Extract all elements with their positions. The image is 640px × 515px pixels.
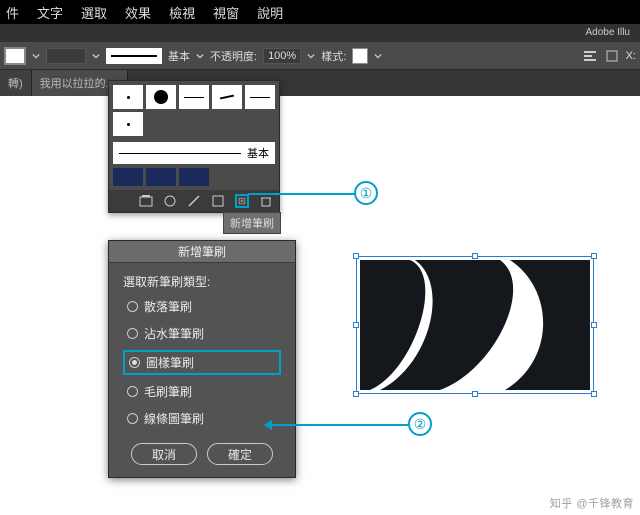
chevron-down-icon[interactable] bbox=[307, 52, 315, 60]
brush-swatch[interactable] bbox=[146, 168, 176, 186]
chevron-down-icon[interactable] bbox=[196, 52, 204, 60]
brush-swatch[interactable] bbox=[113, 85, 143, 109]
brush-preview[interactable] bbox=[106, 48, 162, 64]
selection-handle[interactable] bbox=[472, 253, 478, 259]
brush-basic-label: 基本 bbox=[168, 48, 190, 64]
bounding-box bbox=[356, 256, 594, 394]
style-swatch[interactable] bbox=[352, 48, 368, 64]
brush-type-option[interactable]: 毛刷筆刷 bbox=[123, 381, 281, 402]
selection-handle[interactable] bbox=[353, 391, 359, 397]
fill-swatch[interactable] bbox=[4, 47, 26, 65]
cancel-button[interactable]: 取消 bbox=[131, 443, 197, 465]
option-label: 圖樣筆刷 bbox=[146, 354, 194, 371]
document-tabs: 轉) 我用以拉拉的. × bbox=[0, 70, 640, 96]
menu-item[interactable]: 檢視 bbox=[169, 3, 195, 22]
brush-swatch[interactable] bbox=[179, 168, 209, 186]
options-icon[interactable] bbox=[163, 194, 177, 208]
option-label: 散落筆刷 bbox=[144, 298, 192, 315]
library-icon[interactable] bbox=[139, 194, 153, 208]
tab-label: 我用以拉拉的. bbox=[40, 75, 109, 91]
stroke-swatch[interactable] bbox=[46, 48, 86, 64]
brush-type-option[interactable]: 圖樣筆刷 bbox=[123, 350, 281, 375]
brush-thumbs bbox=[113, 168, 275, 186]
selection-handle[interactable] bbox=[591, 322, 597, 328]
brush-grid bbox=[109, 81, 279, 136]
new-brush-button[interactable] bbox=[235, 194, 249, 208]
radio-icon bbox=[127, 386, 138, 397]
brush-type-option[interactable]: 散落筆刷 bbox=[123, 296, 281, 317]
chevron-down-icon[interactable] bbox=[32, 52, 40, 60]
brush-type-option[interactable]: 沾水筆筆刷 bbox=[123, 323, 281, 344]
option-label: 沾水筆筆刷 bbox=[144, 325, 204, 342]
align-icon[interactable] bbox=[582, 48, 598, 64]
arrow-left-icon bbox=[264, 420, 272, 430]
brush-swatch[interactable] bbox=[212, 85, 242, 109]
annotation-line bbox=[248, 193, 354, 195]
option-label: 毛刷筆刷 bbox=[144, 383, 192, 400]
document-tab[interactable]: 轉) bbox=[0, 70, 32, 96]
app-title-bar: Adobe Illu bbox=[0, 24, 640, 42]
selection-handle[interactable] bbox=[472, 391, 478, 397]
menu-item[interactable]: 視窗 bbox=[213, 3, 239, 22]
brush-basic-label: 基本 bbox=[247, 145, 269, 161]
menu-item[interactable]: 文字 bbox=[37, 3, 63, 22]
x-label: X: bbox=[626, 50, 636, 62]
watermark: 知乎 @千锋教育 bbox=[550, 495, 634, 511]
transform-icon[interactable] bbox=[604, 48, 620, 64]
opacity-label: 不透明度: bbox=[210, 48, 257, 64]
tab-label: 轉) bbox=[8, 75, 23, 91]
menu-bar: 件 文字 選取 效果 檢視 視窗 說明 bbox=[0, 0, 640, 24]
menu-item[interactable]: 效果 bbox=[125, 3, 151, 22]
brush-swatch[interactable] bbox=[113, 168, 143, 186]
chevron-down-icon[interactable] bbox=[374, 52, 382, 60]
remove-stroke-icon[interactable] bbox=[187, 194, 201, 208]
style-label: 樣式: bbox=[321, 48, 346, 64]
app-name: Adobe Illu bbox=[586, 27, 630, 38]
radio-icon bbox=[127, 413, 138, 424]
new-brush-dialog: 新增筆刷 選取新筆刷類型: 散落筆刷 沾水筆筆刷 圖樣筆刷 毛刷筆刷 線條圖筆刷… bbox=[108, 240, 296, 478]
menu-item[interactable]: 件 bbox=[6, 3, 19, 22]
trash-icon[interactable] bbox=[259, 194, 273, 208]
annotation-line bbox=[268, 424, 408, 426]
annotation-badge: ① bbox=[354, 181, 378, 205]
selected-artwork[interactable] bbox=[360, 260, 590, 390]
brush-swatch[interactable] bbox=[113, 112, 143, 136]
brush-type-option[interactable]: 線條圖筆刷 bbox=[123, 408, 281, 429]
radio-icon bbox=[127, 301, 138, 312]
radio-icon bbox=[129, 357, 140, 368]
selection-handle[interactable] bbox=[591, 391, 597, 397]
selection-handle[interactable] bbox=[353, 253, 359, 259]
brush-basic-row[interactable]: 基本 bbox=[113, 142, 275, 164]
opacity-value[interactable]: 100% bbox=[263, 48, 301, 64]
dialog-prompt: 選取新筆刷類型: bbox=[123, 273, 281, 290]
chevron-down-icon[interactable] bbox=[92, 52, 100, 60]
brush-options-icon[interactable] bbox=[211, 194, 225, 208]
menu-item[interactable]: 選取 bbox=[81, 3, 107, 22]
brush-swatch[interactable] bbox=[179, 85, 209, 109]
option-label: 線條圖筆刷 bbox=[144, 410, 204, 427]
brush-swatch[interactable] bbox=[245, 85, 275, 109]
selection-handle[interactable] bbox=[353, 322, 359, 328]
menu-item[interactable]: 說明 bbox=[257, 3, 283, 22]
selection-handle[interactable] bbox=[591, 253, 597, 259]
tooltip: 新增筆刷 bbox=[223, 212, 281, 234]
brush-swatch[interactable] bbox=[146, 85, 176, 109]
dialog-title: 新增筆刷 bbox=[109, 241, 295, 263]
annotation-badge: ② bbox=[408, 412, 432, 436]
radio-icon bbox=[127, 328, 138, 339]
ok-button[interactable]: 確定 bbox=[207, 443, 273, 465]
options-bar: 基本 不透明度: 100% 樣式: X: bbox=[0, 42, 640, 70]
